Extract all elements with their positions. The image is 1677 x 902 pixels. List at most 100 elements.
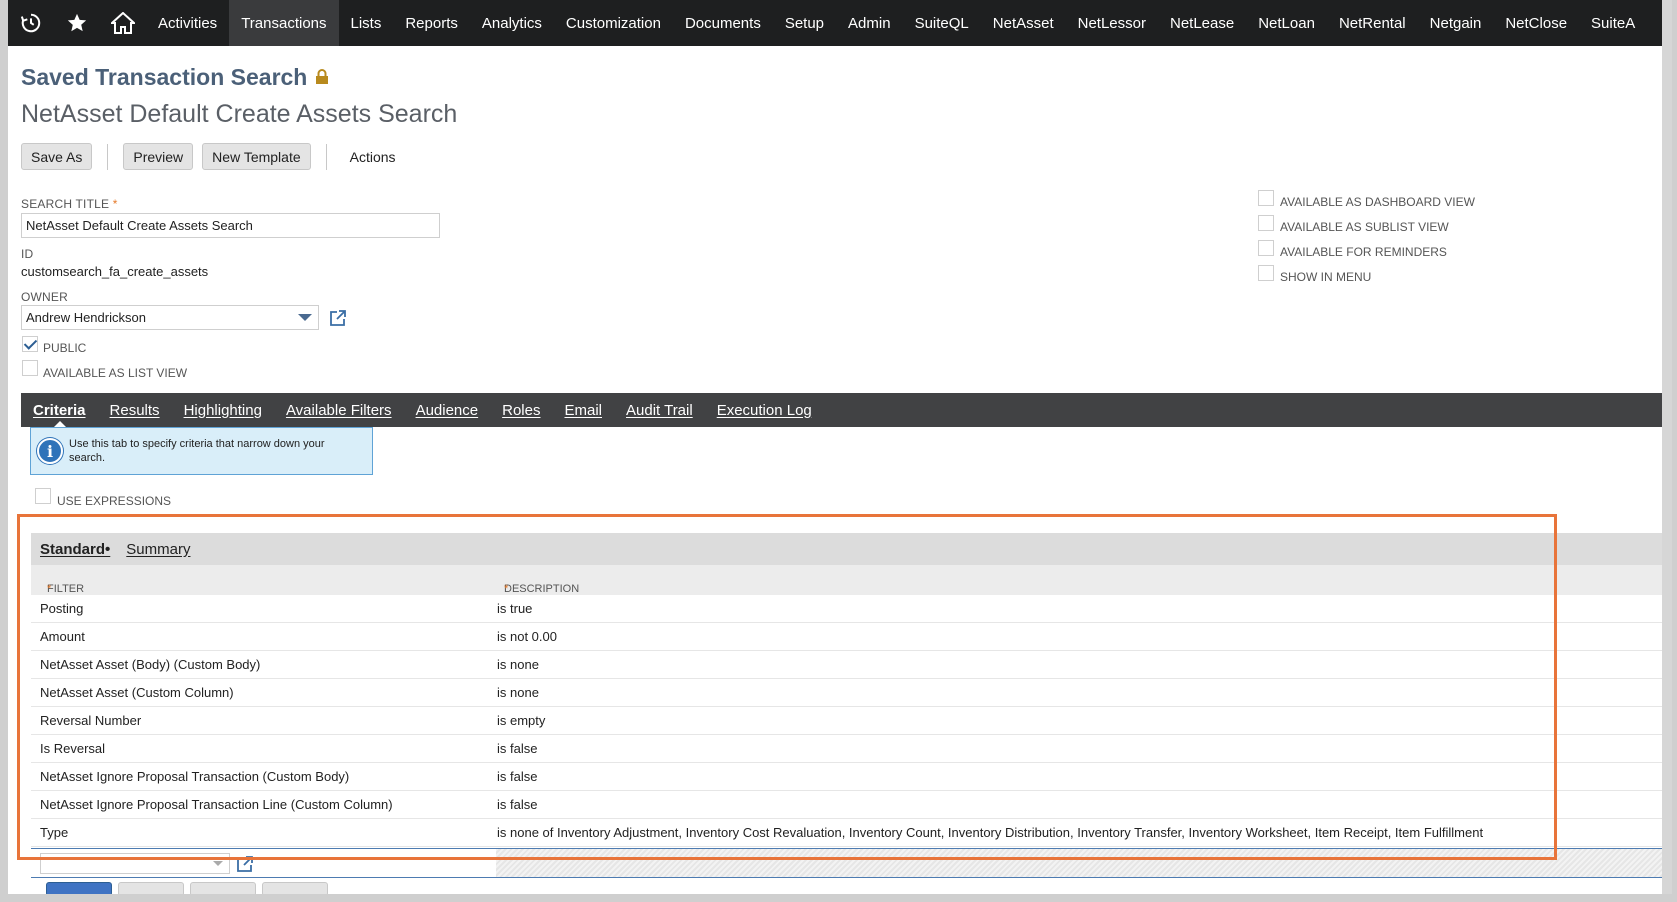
tab-standard[interactable]: Standard•: [40, 541, 110, 558]
reminders-checkbox[interactable]: [1258, 240, 1274, 256]
show-in-menu-checkbox[interactable]: [1258, 265, 1274, 281]
filter-cell: NetAsset Ignore Proposal Transaction Lin…: [40, 797, 393, 812]
external-link-icon[interactable]: [236, 855, 254, 878]
toolbar: Save As Preview New Template Actions: [21, 143, 404, 170]
tab-audit-trail[interactable]: Audit Trail: [614, 402, 705, 419]
nav-item-netclose[interactable]: NetClose: [1493, 0, 1579, 46]
external-link-icon[interactable]: [329, 309, 347, 332]
table-row[interactable]: NetAsset Asset (Custom Column) is none: [31, 679, 1670, 707]
tab-results[interactable]: Results: [98, 402, 172, 419]
tab-standard-marker: •: [105, 540, 111, 558]
table-row[interactable]: Amount is not 0.00: [31, 623, 1670, 651]
id-value: customsearch_fa_create_assets: [21, 264, 209, 279]
tab-audience[interactable]: Audience: [404, 402, 491, 419]
nav-item-netlessor[interactable]: NetLessor: [1066, 0, 1158, 46]
nav-item-netlease[interactable]: NetLease: [1158, 0, 1246, 46]
tab-execution-log[interactable]: Execution Log: [705, 402, 824, 419]
nav-item-admin[interactable]: Admin: [836, 0, 903, 46]
window-scrollbar[interactable]: [1662, 0, 1672, 894]
public-checkbox[interactable]: [22, 336, 38, 352]
table-row[interactable]: NetAsset Ignore Proposal Transaction (Cu…: [31, 763, 1670, 791]
owner-select[interactable]: Andrew Hendrickson: [21, 305, 319, 330]
table-row[interactable]: NetAsset Asset (Body) (Custom Body) is no…: [31, 651, 1670, 679]
description-column-label: DESCRIPTION: [504, 583, 580, 595]
nav-menu: Activities Transactions Lists Reports Analyt…: [146, 0, 1647, 46]
nav-item-customization[interactable]: Customization: [554, 0, 673, 46]
required-mark: *: [47, 583, 52, 595]
nav-item-netloan[interactable]: NetLoan: [1246, 0, 1327, 46]
remove-button[interactable]: [262, 882, 328, 894]
star-icon[interactable]: [54, 0, 100, 46]
actions-menu[interactable]: Actions: [342, 149, 404, 165]
criteria-column-headers: FILTER * DESCRIPTION *: [31, 565, 1670, 595]
page-title-row: Saved Transaction Search: [21, 64, 329, 91]
description-cell: is false: [497, 741, 538, 756]
preview-button[interactable]: Preview: [123, 143, 194, 170]
dashboard-view-checkbox[interactable]: [1258, 190, 1274, 206]
new-criteria-row: [31, 848, 1670, 878]
nav-item-netgain[interactable]: Netgain: [1418, 0, 1494, 46]
use-expressions-checkbox[interactable]: [35, 488, 51, 504]
home-icon[interactable]: [100, 0, 146, 46]
nav-item-netasset[interactable]: NetAsset: [981, 0, 1066, 46]
history-icon[interactable]: [8, 0, 54, 46]
use-expressions-label: USE EXPRESSIONS: [57, 494, 172, 508]
search-title-input[interactable]: NetAsset Default Create Assets Search: [21, 213, 440, 238]
tab-highlighting[interactable]: Highlighting: [172, 402, 274, 419]
available-list-view-checkbox[interactable]: [22, 360, 38, 376]
info-text: Use this tab to specify criteria that na…: [69, 438, 325, 464]
nav-item-suitea[interactable]: SuiteA: [1579, 0, 1647, 46]
id-label: ID: [21, 247, 34, 261]
sublist-view-checkbox[interactable]: [1258, 215, 1274, 231]
filter-cell: Type: [40, 825, 69, 840]
search-title-label-text: SEARCH TITLE: [21, 197, 110, 211]
table-row[interactable]: NetAsset Ignore Proposal Transaction Lin…: [31, 791, 1670, 819]
description-cell: is empty: [497, 713, 546, 728]
nav-item-activities[interactable]: Activities: [146, 0, 229, 46]
description-placeholder: [496, 849, 1670, 877]
tab-available-filters[interactable]: Available Filters: [274, 402, 404, 419]
search-title-label: SEARCH TITLE *: [21, 197, 118, 211]
table-row[interactable]: Is Reversal is false: [31, 735, 1670, 763]
filter-cell: Reversal Number: [40, 713, 142, 728]
nav-item-setup[interactable]: Setup: [773, 0, 836, 46]
nav-item-transactions[interactable]: Transactions: [229, 0, 339, 46]
tab-criteria[interactable]: Criteria: [21, 402, 98, 419]
tab-summary[interactable]: Summary: [126, 541, 190, 558]
table-row[interactable]: Reversal Number is empty: [31, 707, 1670, 735]
table-row[interactable]: Posting is true: [31, 595, 1670, 623]
filter-cell: Posting: [40, 601, 84, 616]
filter-cell: Amount: [40, 629, 85, 644]
toolbar-divider: [325, 143, 327, 170]
new-template-button[interactable]: New Template: [202, 143, 311, 170]
dashboard-view-label: AVAILABLE AS DASHBOARD VIEW: [1280, 195, 1475, 209]
insert-button[interactable]: [190, 882, 256, 894]
nav-item-netrental[interactable]: NetRental: [1327, 0, 1418, 46]
owner-select-value: Andrew Hendrickson: [26, 310, 146, 325]
cancel-button[interactable]: [118, 882, 184, 894]
table-row[interactable]: Type is none of Inventory Adjustment, Inv…: [31, 819, 1670, 847]
chevron-down-icon: [213, 861, 223, 866]
filter-select[interactable]: [40, 853, 230, 874]
filter-column-label: FILTER: [47, 583, 85, 595]
lock-icon: [315, 64, 329, 91]
description-cell: is none: [497, 685, 539, 700]
nav-item-lists[interactable]: Lists: [339, 0, 394, 46]
nav-item-reports[interactable]: Reports: [393, 0, 470, 46]
description-cell: is true: [497, 601, 533, 616]
filter-cell: Is Reversal: [40, 741, 106, 756]
filter-cell: NetAsset Asset (Custom Column): [40, 685, 234, 700]
required-mark: *: [504, 583, 509, 595]
add-button[interactable]: [46, 882, 112, 894]
owner-label: OWNER: [21, 290, 68, 304]
nav-item-analytics[interactable]: Analytics: [470, 0, 554, 46]
tab-roles[interactable]: Roles: [490, 402, 552, 419]
row-action-buttons: [46, 882, 328, 894]
tab-email[interactable]: Email: [552, 402, 614, 419]
description-cell: is none of Inventory Adjustment, Invento…: [497, 825, 1484, 840]
nav-item-suiteql[interactable]: SuiteQL: [903, 0, 981, 46]
info-message: i Use this tab to specify criteria that …: [30, 427, 373, 475]
save-as-button[interactable]: Save As: [21, 143, 93, 170]
top-navigation: Activities Transactions Lists Reports Analyt…: [8, 0, 1670, 46]
nav-item-documents[interactable]: Documents: [673, 0, 773, 46]
